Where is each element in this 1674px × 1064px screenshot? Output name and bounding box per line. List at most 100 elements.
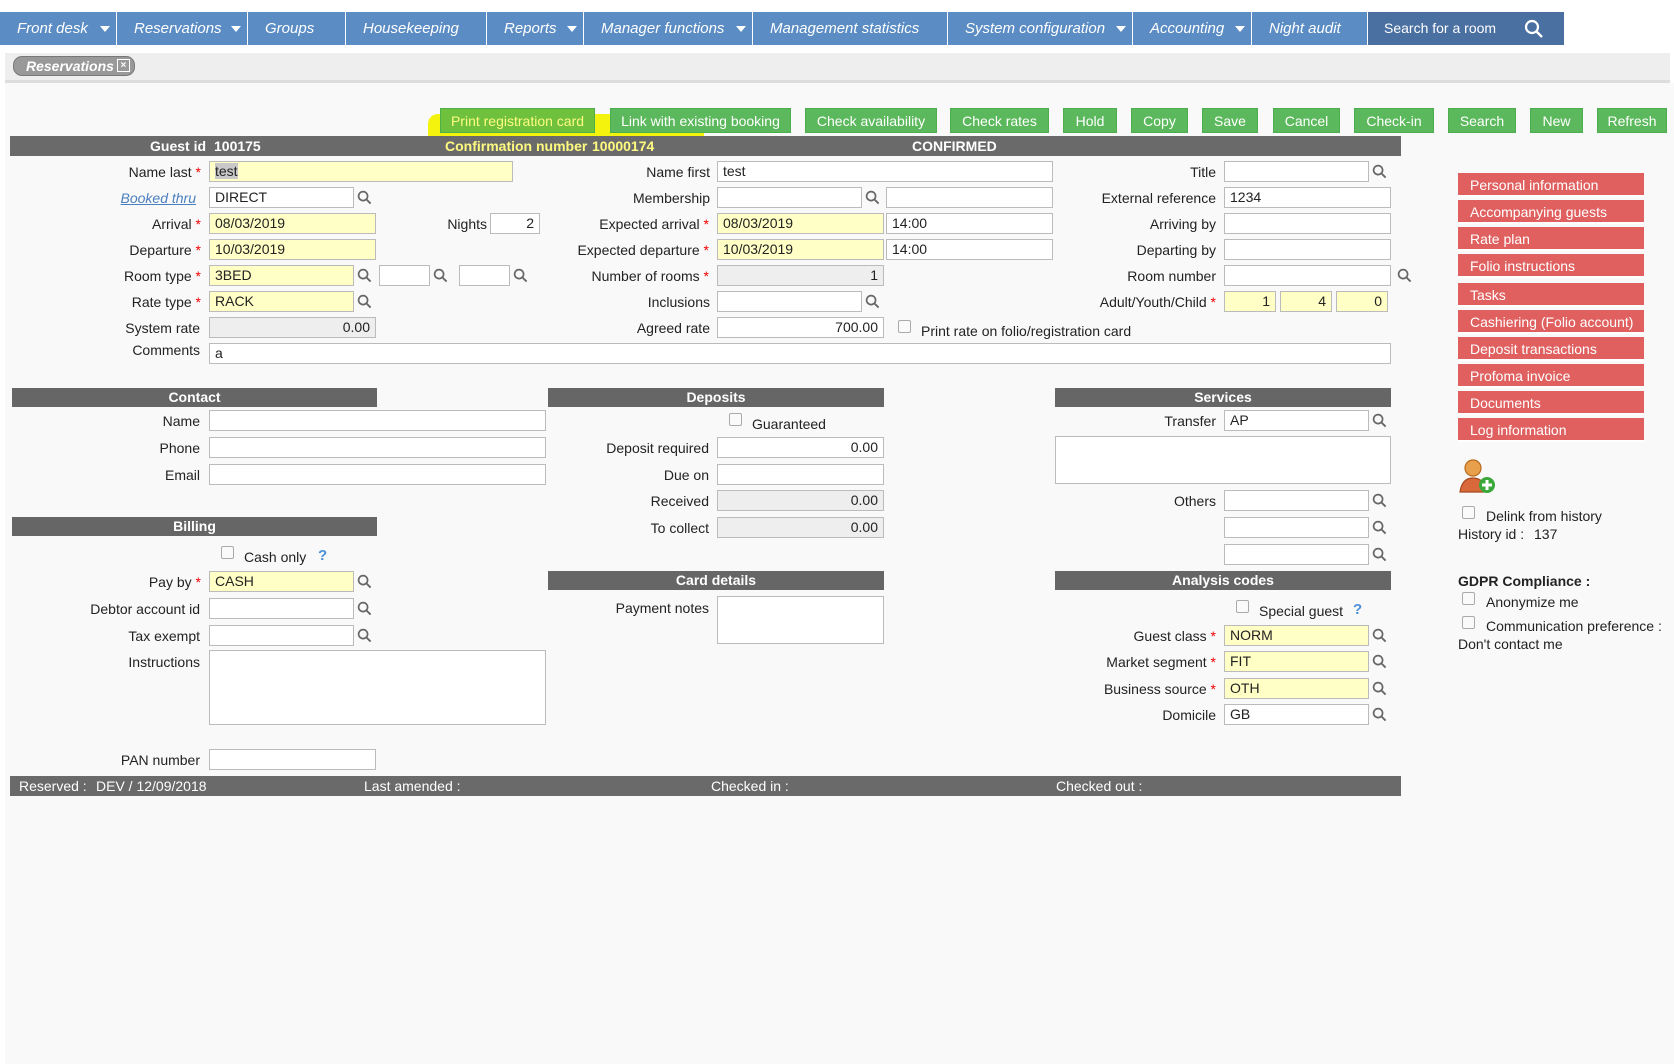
side-rate-plan[interactable]: Rate plan [1458,227,1644,251]
help-icon[interactable]: ? [1353,601,1362,618]
check-availability-button[interactable]: Check availability [805,108,937,133]
side-folio-instructions[interactable]: Folio instructions [1458,254,1644,278]
pan-number-input[interactable] [209,749,376,770]
others-lookup-1[interactable] [1369,490,1390,511]
debtor-account-input[interactable] [209,598,354,619]
business-source-lookup[interactable] [1369,678,1390,699]
tab-reservations[interactable]: Reservations × [13,56,135,76]
external-reference-input[interactable]: 1234 [1224,187,1391,208]
side-accompanying-guests[interactable]: Accompanying guests [1458,200,1644,224]
others-input-1[interactable] [1224,490,1369,511]
rate-type-lookup[interactable] [354,291,375,312]
side-cashiering[interactable]: Cashiering (Folio account) [1458,310,1644,334]
check-in-button[interactable]: Check-in [1354,108,1434,133]
booked-thru-lookup[interactable] [354,187,375,208]
domicile-input[interactable]: GB [1224,704,1369,725]
side-personal-information[interactable]: Personal information [1458,173,1644,197]
room-number-input[interactable] [1224,265,1391,286]
others-input-2[interactable] [1224,517,1369,538]
market-segment-input[interactable]: FIT [1224,651,1369,672]
booked-thru-input[interactable]: DIRECT [209,187,354,208]
menu-reservations[interactable]: Reservations [117,12,248,45]
guest-class-lookup[interactable] [1369,625,1390,646]
others-input-3[interactable] [1224,544,1369,565]
room-type-extra-1-lookup[interactable] [430,265,451,286]
membership-lookup[interactable] [862,187,883,208]
check-rates-button[interactable]: Check rates [950,108,1049,133]
instructions-textarea[interactable] [209,650,546,725]
due-on-input[interactable] [717,464,884,485]
name-last-input[interactable]: test [209,161,513,182]
tax-exempt-input[interactable] [209,625,354,646]
youth-input[interactable]: 4 [1280,291,1332,312]
close-icon[interactable]: × [116,59,130,72]
nights-input[interactable]: 2 [490,213,540,234]
print-rate-checkbox[interactable] [898,320,911,333]
contact-name-input[interactable] [209,410,546,431]
expected-departure-date-input[interactable]: 10/03/2019 [717,239,884,260]
menu-system-configuration[interactable]: System configuration [948,12,1133,45]
menu-manager-functions[interactable]: Manager functions [584,12,753,45]
menu-night-audit[interactable]: Night audit [1252,12,1368,45]
save-button[interactable]: Save [1202,108,1258,133]
link-existing-booking-button[interactable]: Link with existing booking [610,108,791,133]
payment-notes-textarea[interactable] [717,596,884,644]
title-input[interactable] [1224,161,1369,182]
transfer-input[interactable]: AP [1224,410,1369,431]
debtor-account-lookup[interactable] [354,598,375,619]
booked-thru-link[interactable]: Booked thru [121,188,197,208]
room-number-lookup[interactable] [1394,265,1415,286]
arrival-input[interactable]: 08/03/2019 [209,213,376,234]
hold-button[interactable]: Hold [1063,108,1117,133]
expected-arrival-date-input[interactable]: 08/03/2019 [717,213,884,234]
search-button[interactable]: Search [1448,108,1516,133]
side-documents[interactable]: Documents [1458,391,1644,415]
cash-only-checkbox[interactable] [221,546,234,559]
anonymize-checkbox[interactable] [1462,592,1475,605]
guest-class-input[interactable]: NORM [1224,625,1369,646]
side-profoma-invoice[interactable]: Profoma invoice [1458,364,1644,388]
menu-management-statistics[interactable]: Management statistics [753,12,948,45]
contact-email-input[interactable] [209,464,546,485]
help-icon[interactable]: ? [318,547,327,564]
transfer-lookup[interactable] [1369,410,1390,431]
membership-number-input[interactable] [886,187,1053,208]
agreed-rate-input[interactable]: 700.00 [717,317,884,338]
communication-preference-checkbox[interactable] [1462,616,1475,629]
departure-input[interactable]: 10/03/2019 [209,239,376,260]
pay-by-lookup[interactable] [354,571,375,592]
room-type-extra-1-input[interactable] [379,265,430,286]
room-type-extra-2-input[interactable] [459,265,510,286]
adults-input[interactable]: 1 [1224,291,1276,312]
expected-departure-time-input[interactable]: 14:00 [886,239,1053,260]
market-segment-lookup[interactable] [1369,651,1390,672]
room-type-input[interactable]: 3BED [209,265,354,286]
domicile-lookup[interactable] [1369,704,1390,725]
room-search[interactable]: Search for a room [1368,12,1564,45]
business-source-input[interactable]: OTH [1224,678,1369,699]
refresh-button[interactable]: Refresh [1597,108,1667,133]
tax-exempt-lookup[interactable] [354,625,375,646]
title-lookup[interactable] [1369,161,1390,182]
inclusions-input[interactable] [717,291,862,312]
inclusions-lookup[interactable] [862,291,883,312]
contact-phone-input[interactable] [209,437,546,458]
deposit-required-input[interactable]: 0.00 [717,437,884,458]
menu-reports[interactable]: Reports [487,12,584,45]
special-guest-checkbox[interactable] [1236,600,1249,613]
name-first-input[interactable]: test [717,161,1053,182]
room-type-lookup[interactable] [354,265,375,286]
children-input[interactable]: 0 [1336,291,1388,312]
new-button[interactable]: New [1530,108,1583,133]
side-tasks[interactable]: Tasks [1458,283,1644,307]
comments-input[interactable]: a [209,343,1391,364]
menu-front-desk[interactable]: Front desk [0,12,117,45]
side-deposit-transactions[interactable]: Deposit transactions [1458,337,1644,361]
departing-by-input[interactable] [1224,239,1391,260]
rate-type-input[interactable]: RACK [209,291,354,312]
room-type-extra-2-lookup[interactable] [510,265,531,286]
delink-history-checkbox[interactable] [1462,506,1475,519]
copy-button[interactable]: Copy [1131,108,1188,133]
others-lookup-2[interactable] [1369,517,1390,538]
cancel-button[interactable]: Cancel [1273,108,1340,133]
